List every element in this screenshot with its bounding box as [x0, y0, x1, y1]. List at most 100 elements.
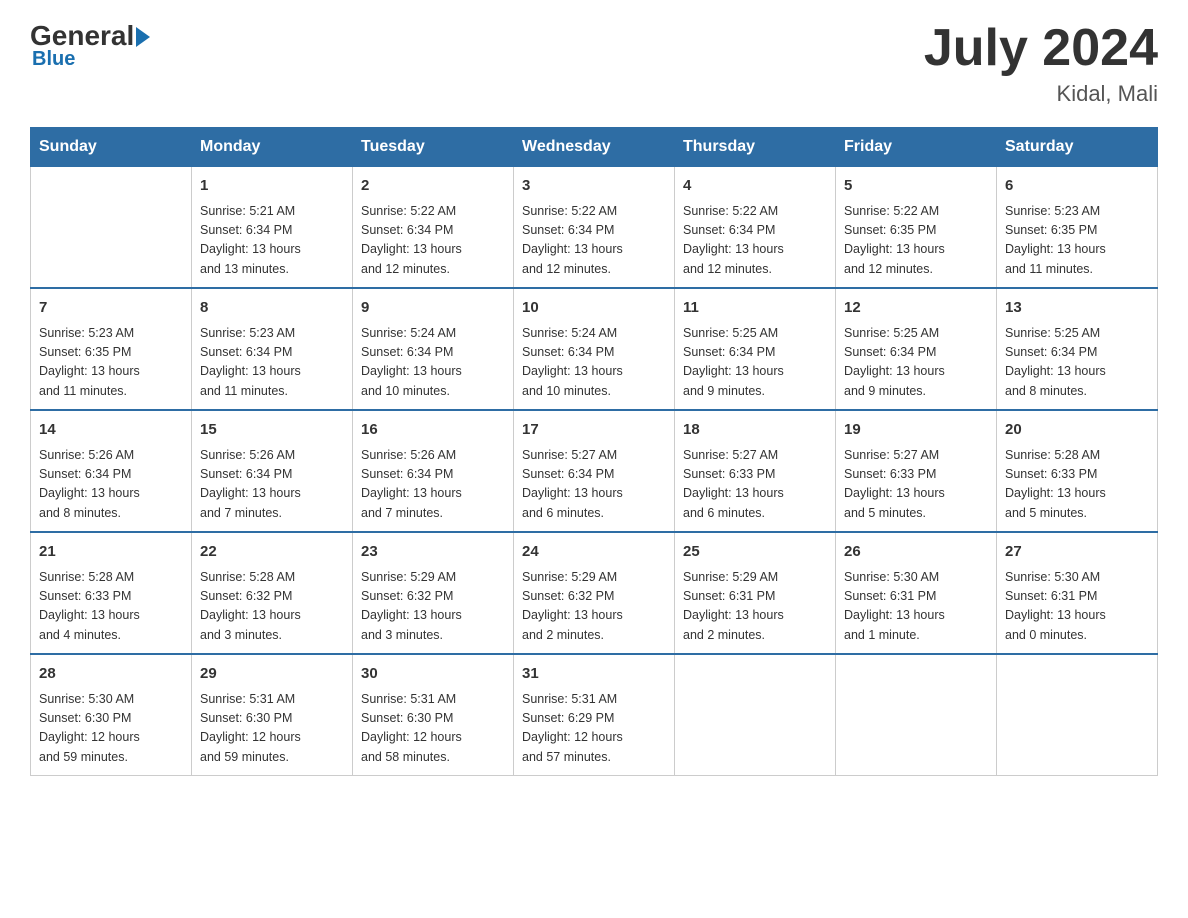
calendar-cell: [31, 167, 192, 289]
day-info: Sunrise: 5:25 AMSunset: 6:34 PMDaylight:…: [844, 324, 988, 402]
col-header-saturday: Saturday: [997, 128, 1158, 167]
day-info: Sunrise: 5:26 AMSunset: 6:34 PMDaylight:…: [39, 446, 183, 524]
day-info: Sunrise: 5:25 AMSunset: 6:34 PMDaylight:…: [683, 324, 827, 402]
calendar-table: SundayMondayTuesdayWednesdayThursdayFrid…: [30, 127, 1158, 776]
day-number: 27: [1005, 541, 1149, 564]
day-number: 1: [200, 175, 344, 198]
calendar-week-row: 1 Sunrise: 5:21 AMSunset: 6:34 PMDaylight…: [31, 167, 1158, 289]
calendar-cell: 1 Sunrise: 5:21 AMSunset: 6:34 PMDaylight…: [192, 167, 353, 289]
calendar-cell: 17 Sunrise: 5:27 AMSunset: 6:34 PMDayligh…: [514, 410, 675, 532]
day-number: 15: [200, 419, 344, 442]
calendar-cell: 23 Sunrise: 5:29 AMSunset: 6:32 PMDayligh…: [353, 532, 514, 654]
calendar-cell: 25 Sunrise: 5:29 AMSunset: 6:31 PMDayligh…: [675, 532, 836, 654]
day-info: Sunrise: 5:30 AMSunset: 6:30 PMDaylight:…: [39, 690, 183, 768]
logo: General Blue: [30, 20, 150, 71]
calendar-cell: 8 Sunrise: 5:23 AMSunset: 6:34 PMDaylight…: [192, 288, 353, 410]
calendar-week-row: 14 Sunrise: 5:26 AMSunset: 6:34 PMDayligh…: [31, 410, 1158, 532]
calendar-cell: 22 Sunrise: 5:28 AMSunset: 6:32 PMDayligh…: [192, 532, 353, 654]
day-number: 21: [39, 541, 183, 564]
day-number: 8: [200, 297, 344, 320]
day-number: 7: [39, 297, 183, 320]
day-number: 17: [522, 419, 666, 442]
col-header-friday: Friday: [836, 128, 997, 167]
calendar-cell: [675, 654, 836, 776]
day-info: Sunrise: 5:24 AMSunset: 6:34 PMDaylight:…: [522, 324, 666, 402]
calendar-cell: [997, 654, 1158, 776]
day-number: 30: [361, 663, 505, 686]
day-info: Sunrise: 5:28 AMSunset: 6:33 PMDaylight:…: [39, 568, 183, 646]
calendar-cell: 29 Sunrise: 5:31 AMSunset: 6:30 PMDayligh…: [192, 654, 353, 776]
day-info: Sunrise: 5:22 AMSunset: 6:34 PMDaylight:…: [522, 202, 666, 280]
day-info: Sunrise: 5:27 AMSunset: 6:33 PMDaylight:…: [844, 446, 988, 524]
day-info: Sunrise: 5:31 AMSunset: 6:30 PMDaylight:…: [200, 690, 344, 768]
day-info: Sunrise: 5:26 AMSunset: 6:34 PMDaylight:…: [361, 446, 505, 524]
day-number: 9: [361, 297, 505, 320]
calendar-cell: 13Sunrise: 5:25 AMSunset: 6:34 PMDayligh…: [997, 288, 1158, 410]
day-info: Sunrise: 5:30 AMSunset: 6:31 PMDaylight:…: [1005, 568, 1149, 646]
logo-blue: Blue: [32, 48, 75, 71]
day-info: Sunrise: 5:29 AMSunset: 6:32 PMDaylight:…: [361, 568, 505, 646]
day-number: 10: [522, 297, 666, 320]
logo-arrow-icon: [136, 27, 150, 47]
calendar-week-row: 28 Sunrise: 5:30 AMSunset: 6:30 PMDayligh…: [31, 654, 1158, 776]
day-info: Sunrise: 5:22 AMSunset: 6:34 PMDaylight:…: [683, 202, 827, 280]
calendar-cell: 2Sunrise: 5:22 AMSunset: 6:34 PMDaylight…: [353, 167, 514, 289]
location: Kidal, Mali: [924, 81, 1158, 107]
day-info: Sunrise: 5:21 AMSunset: 6:34 PMDaylight:…: [200, 202, 344, 280]
day-info: Sunrise: 5:31 AMSunset: 6:29 PMDaylight:…: [522, 690, 666, 768]
day-info: Sunrise: 5:31 AMSunset: 6:30 PMDaylight:…: [361, 690, 505, 768]
calendar-cell: 30 Sunrise: 5:31 AMSunset: 6:30 PMDayligh…: [353, 654, 514, 776]
day-info: Sunrise: 5:26 AMSunset: 6:34 PMDaylight:…: [200, 446, 344, 524]
day-info: Sunrise: 5:28 AMSunset: 6:33 PMDaylight:…: [1005, 446, 1149, 524]
calendar-cell: 10 Sunrise: 5:24 AMSunset: 6:34 PMDayligh…: [514, 288, 675, 410]
day-number: 2: [361, 175, 505, 198]
day-info: Sunrise: 5:22 AMSunset: 6:35 PMDaylight:…: [844, 202, 988, 280]
day-number: 26: [844, 541, 988, 564]
col-header-monday: Monday: [192, 128, 353, 167]
calendar-cell: 21 Sunrise: 5:28 AMSunset: 6:33 PMDayligh…: [31, 532, 192, 654]
calendar-cell: 19Sunrise: 5:27 AMSunset: 6:33 PMDayligh…: [836, 410, 997, 532]
calendar-cell: 20 Sunrise: 5:28 AMSunset: 6:33 PMDayligh…: [997, 410, 1158, 532]
day-info: Sunrise: 5:29 AMSunset: 6:32 PMDaylight:…: [522, 568, 666, 646]
calendar-cell: 18Sunrise: 5:27 AMSunset: 6:33 PMDayligh…: [675, 410, 836, 532]
day-info: Sunrise: 5:27 AMSunset: 6:33 PMDaylight:…: [683, 446, 827, 524]
day-number: 14: [39, 419, 183, 442]
col-header-wednesday: Wednesday: [514, 128, 675, 167]
day-number: 5: [844, 175, 988, 198]
day-number: 4: [683, 175, 827, 198]
day-info: Sunrise: 5:24 AMSunset: 6:34 PMDaylight:…: [361, 324, 505, 402]
day-info: Sunrise: 5:28 AMSunset: 6:32 PMDaylight:…: [200, 568, 344, 646]
calendar-cell: 11 Sunrise: 5:25 AMSunset: 6:34 PMDayligh…: [675, 288, 836, 410]
calendar-cell: [836, 654, 997, 776]
calendar-cell: 28 Sunrise: 5:30 AMSunset: 6:30 PMDayligh…: [31, 654, 192, 776]
day-info: Sunrise: 5:29 AMSunset: 6:31 PMDaylight:…: [683, 568, 827, 646]
day-info: Sunrise: 5:30 AMSunset: 6:31 PMDaylight:…: [844, 568, 988, 646]
col-header-thursday: Thursday: [675, 128, 836, 167]
day-info: Sunrise: 5:23 AMSunset: 6:35 PMDaylight:…: [39, 324, 183, 402]
day-number: 28: [39, 663, 183, 686]
day-number: 29: [200, 663, 344, 686]
day-number: 31: [522, 663, 666, 686]
calendar-cell: 6Sunrise: 5:23 AMSunset: 6:35 PMDaylight…: [997, 167, 1158, 289]
title-area: July 2024 Kidal, Mali: [924, 20, 1158, 107]
col-header-sunday: Sunday: [31, 128, 192, 167]
day-info: Sunrise: 5:23 AMSunset: 6:34 PMDaylight:…: [200, 324, 344, 402]
day-number: 23: [361, 541, 505, 564]
day-info: Sunrise: 5:27 AMSunset: 6:34 PMDaylight:…: [522, 446, 666, 524]
day-number: 11: [683, 297, 827, 320]
calendar-cell: 27 Sunrise: 5:30 AMSunset: 6:31 PMDayligh…: [997, 532, 1158, 654]
day-number: 16: [361, 419, 505, 442]
day-info: Sunrise: 5:23 AMSunset: 6:35 PMDaylight:…: [1005, 202, 1149, 280]
calendar-cell: 14 Sunrise: 5:26 AMSunset: 6:34 PMDayligh…: [31, 410, 192, 532]
day-number: 25: [683, 541, 827, 564]
day-number: 3: [522, 175, 666, 198]
calendar-cell: 12 Sunrise: 5:25 AMSunset: 6:34 PMDayligh…: [836, 288, 997, 410]
calendar-cell: 7 Sunrise: 5:23 AMSunset: 6:35 PMDaylight…: [31, 288, 192, 410]
calendar-week-row: 21 Sunrise: 5:28 AMSunset: 6:33 PMDayligh…: [31, 532, 1158, 654]
day-number: 12: [844, 297, 988, 320]
day-info: Sunrise: 5:25 AMSunset: 6:34 PMDaylight:…: [1005, 324, 1149, 402]
day-number: 20: [1005, 419, 1149, 442]
day-number: 24: [522, 541, 666, 564]
day-number: 22: [200, 541, 344, 564]
calendar-cell: 26 Sunrise: 5:30 AMSunset: 6:31 PMDayligh…: [836, 532, 997, 654]
